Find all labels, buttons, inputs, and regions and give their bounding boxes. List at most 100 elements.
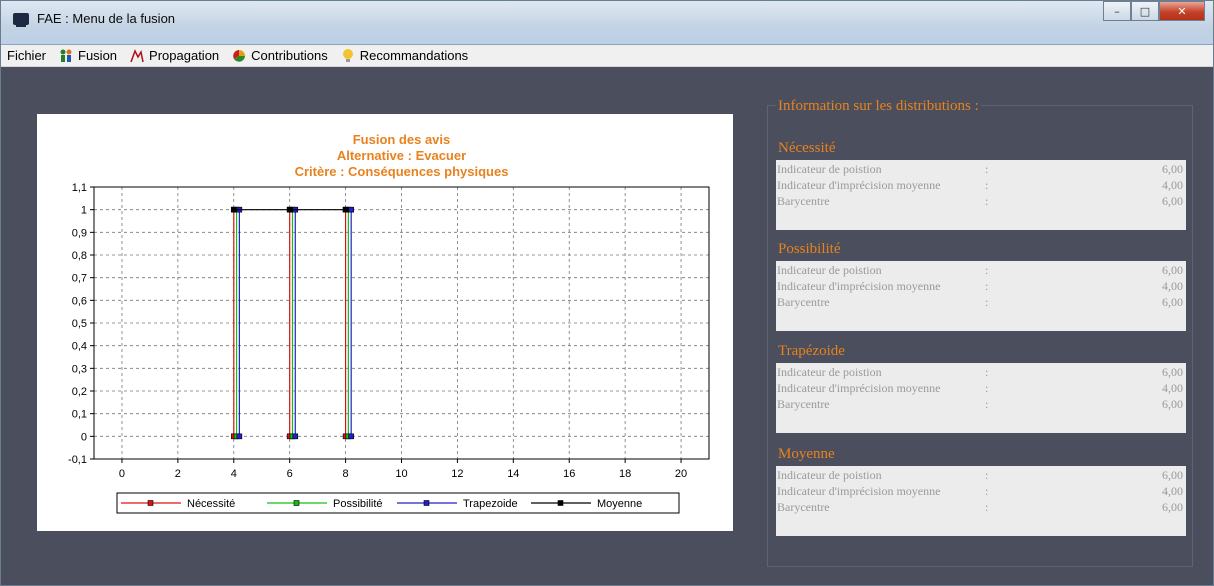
chart-title-line: Alternative : Evacuer (337, 148, 466, 163)
fusion-chart: Fusion des avisAlternative : EvacuerCrit… (68, 132, 710, 514)
menu-contributions-label: Contributions (251, 48, 328, 63)
row-colon: : (985, 468, 989, 482)
y-tick-label: 0,4 (72, 341, 87, 353)
info-row: Barycentre: 6,00 (777, 194, 1183, 210)
menu-propagation-label: Propagation (149, 48, 220, 63)
menu-recommandations[interactable]: Recommandations (334, 45, 474, 67)
row-label: Indicateur de poistion (777, 468, 882, 482)
info-row: Indicateur d'imprécision moyenne: 4,00 (777, 178, 1183, 194)
info-row: Barycentre: 6,00 (777, 397, 1183, 413)
window-title: FAE : Menu de la fusion (37, 11, 176, 26)
row-value: 6,00 (1162, 194, 1183, 208)
row-colon: : (985, 279, 989, 293)
row-label: Barycentre (777, 194, 830, 208)
row-value: 6,00 (1162, 500, 1183, 514)
row-value: 4,00 (1162, 178, 1183, 192)
row-value: 4,00 (1162, 484, 1183, 498)
pie-chart-icon (233, 49, 246, 62)
y-tick-label: -0,1 (68, 454, 87, 466)
info-row: Indicateur de poistion: 6,00 (777, 365, 1183, 381)
section-box-trapezoide: Indicateur de poistion: 6,00 Indicateur d… (776, 363, 1186, 433)
menu-recommandations-label: Recommandations (359, 48, 469, 63)
row-colon: : (985, 484, 989, 498)
menu-fichier[interactable]: Fichier (1, 45, 52, 67)
maximize-button[interactable]: □ (1131, 1, 1159, 21)
row-value: 4,00 (1162, 279, 1183, 293)
y-tick-label: 0,2 (72, 386, 87, 398)
menu-contributions[interactable]: Contributions (225, 45, 334, 67)
legend-marker (557, 500, 564, 506)
section-box-moyenne: Indicateur de poistion: 6,00 Indicateur d… (776, 466, 1186, 536)
x-tick-label: 8 (343, 468, 349, 480)
window-controls: – □ ✕ (1103, 1, 1205, 21)
info-row: Indicateur d'imprécision moyenne: 4,00 (777, 279, 1183, 295)
row-colon: : (985, 295, 989, 309)
chart-title-line: Critère : Conséquences physiques (295, 164, 509, 179)
y-tick-label: 0,1 (72, 409, 87, 421)
y-tick-label: 0,5 (72, 318, 87, 330)
row-colon: : (985, 365, 989, 379)
info-row: Indicateur d'imprécision moyenne: 4,00 (777, 381, 1183, 397)
propagation-icon (130, 48, 144, 62)
x-tick-label: 6 (287, 468, 293, 480)
app-window: FAE : Menu de la fusion – □ ✕ Fichier Fu… (0, 0, 1214, 586)
data-point (348, 433, 354, 440)
row-value: 6,00 (1162, 162, 1183, 176)
title-bar[interactable]: FAE : Menu de la fusion – □ ✕ (1, 1, 1213, 45)
y-tick-label: 0,7 (72, 273, 87, 285)
row-value: 6,00 (1162, 397, 1183, 411)
x-tick-label: 4 (231, 468, 237, 480)
row-label: Indicateur de poistion (777, 263, 882, 277)
series-moyenne (230, 206, 349, 213)
row-colon: : (985, 500, 989, 514)
menu-fusion[interactable]: Fusion (52, 45, 123, 67)
data-point (348, 206, 354, 213)
row-colon: : (985, 178, 989, 192)
x-tick-label: 12 (451, 468, 463, 480)
row-label: Barycentre (777, 500, 830, 514)
close-button[interactable]: ✕ (1159, 1, 1205, 21)
x-tick-label: 16 (563, 468, 575, 480)
row-label: Indicateur d'imprécision moyenne (777, 178, 941, 192)
maximize-icon: □ (1139, 4, 1151, 18)
y-tick-label: 0,9 (72, 227, 87, 239)
menu-propagation[interactable]: Propagation (123, 45, 225, 67)
data-point (286, 206, 293, 213)
section-title-moyenne: Moyenne (778, 446, 835, 462)
row-value: 6,00 (1162, 468, 1183, 482)
legend-label: Trapezoide (463, 498, 518, 510)
y-tick-label: 1,1 (72, 182, 87, 194)
fusion-chart-panel: Fusion des avis Alternative : Evacuer Crit… (37, 114, 733, 531)
data-point (230, 206, 237, 213)
row-value: 4,00 (1162, 381, 1183, 395)
app-icon (13, 13, 29, 27)
menu-fusion-label: Fusion (78, 48, 118, 63)
x-tick-label: 0 (119, 468, 125, 480)
legend-marker (147, 500, 154, 506)
legend-label: Moyenne (597, 498, 642, 510)
section-title-possibilite: Possibilité (778, 241, 841, 257)
people-icon (60, 49, 72, 62)
row-value: 6,00 (1162, 295, 1183, 309)
info-panel-title: Information sur les distributions : (776, 98, 981, 115)
section-title-necessite: Nécessité (778, 140, 836, 156)
y-tick-label: 0,3 (72, 363, 87, 375)
legend-marker (293, 500, 300, 506)
row-label: Barycentre (777, 295, 830, 309)
row-label: Barycentre (777, 397, 830, 411)
x-tick-label: 10 (395, 468, 407, 480)
row-colon: : (985, 263, 989, 277)
minimize-button[interactable]: – (1103, 1, 1131, 21)
minimize-icon: – (1114, 4, 1120, 18)
section-title-trapezoide: Trapézoide (778, 343, 845, 359)
data-point (292, 433, 299, 440)
x-tick-label: 18 (619, 468, 631, 480)
row-value: 6,00 (1162, 263, 1183, 277)
data-point (236, 433, 243, 440)
x-tick-label: 14 (507, 468, 519, 480)
x-tick-label: 2 (175, 468, 181, 480)
info-row: Barycentre: 6,00 (777, 500, 1183, 516)
distribution-info-panel: Information sur les distributions : Néce… (767, 98, 1193, 567)
info-row: Barycentre: 6,00 (777, 295, 1183, 311)
row-value: 6,00 (1162, 365, 1183, 379)
